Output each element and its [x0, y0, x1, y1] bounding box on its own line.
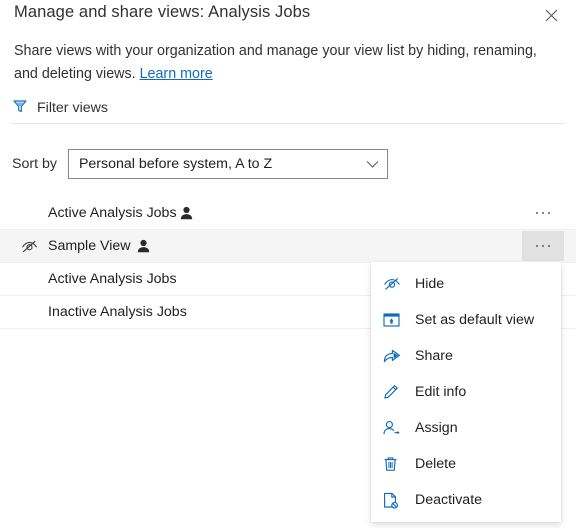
set-default-view-icon	[383, 310, 407, 330]
menu-item-set-as-default-view[interactable]: Set as default view	[371, 302, 561, 338]
view-name: Active Analysis Jobs	[48, 271, 177, 287]
personal-view-icon	[180, 197, 193, 229]
table-row[interactable]: Sample View	[0, 230, 576, 263]
dialog-description: Share views with your organization and m…	[14, 40, 548, 86]
sort-by-row: Sort by Personal before system, A to Z	[12, 148, 388, 180]
close-button[interactable]	[536, 2, 566, 28]
menu-item-label: Delete	[415, 456, 457, 472]
share-icon	[383, 346, 407, 366]
menu-item-label: Deactivate	[415, 492, 483, 508]
dialog-header: Manage and share views: Analysis Jobs	[0, 0, 576, 34]
header-divider	[11, 123, 565, 124]
filter-views-button[interactable]: Filter views	[12, 96, 108, 120]
chevron-down-icon	[359, 160, 387, 169]
page-title: Manage and share views: Analysis Jobs	[14, 3, 311, 21]
row-more-options-button[interactable]	[522, 231, 564, 261]
view-name: Sample View	[48, 238, 131, 254]
filter-icon	[12, 98, 28, 119]
menu-item-hide[interactable]: Hide	[371, 266, 561, 302]
menu-item-label: Hide	[415, 276, 445, 292]
menu-item-label: Assign	[415, 420, 458, 436]
edit-pencil-icon	[383, 382, 407, 402]
menu-item-deactivate[interactable]: Deactivate	[371, 482, 561, 518]
menu-item-share[interactable]: Share	[371, 338, 561, 374]
filter-views-label: Filter views	[37, 100, 108, 116]
row-context-menu: Hide Set as default view Share Edit info…	[371, 262, 561, 522]
menu-item-label: Set as default view	[415, 312, 535, 328]
assign-person-icon	[383, 418, 407, 438]
menu-item-label: Edit info	[415, 384, 467, 400]
sort-by-label: Sort by	[12, 156, 57, 172]
sort-by-dropdown[interactable]: Personal before system, A to Z	[67, 149, 388, 179]
view-name: Inactive Analysis Jobs	[48, 304, 187, 320]
personal-view-icon	[137, 230, 150, 262]
ellipsis-icon	[535, 244, 551, 248]
learn-more-link[interactable]: Learn more	[140, 66, 213, 82]
deactivate-page-icon	[383, 490, 407, 510]
row-more-options-button[interactable]	[522, 198, 564, 228]
delete-trash-icon	[383, 454, 407, 474]
menu-item-edit-info[interactable]: Edit info	[371, 374, 561, 410]
menu-item-assign[interactable]: Assign	[371, 410, 561, 446]
description-text: Share views with your organization and m…	[14, 43, 537, 82]
menu-item-label: Share	[415, 348, 453, 364]
sort-by-value: Personal before system, A to Z	[78, 156, 273, 172]
close-icon	[545, 9, 558, 22]
view-name: Active Analysis Jobs	[48, 205, 177, 221]
ellipsis-icon	[535, 211, 551, 215]
hide-eye-slash-icon	[383, 274, 407, 294]
hidden-view-icon	[18, 230, 40, 262]
menu-item-delete[interactable]: Delete	[371, 446, 561, 482]
table-row[interactable]: Active Analysis Jobs	[0, 197, 576, 230]
